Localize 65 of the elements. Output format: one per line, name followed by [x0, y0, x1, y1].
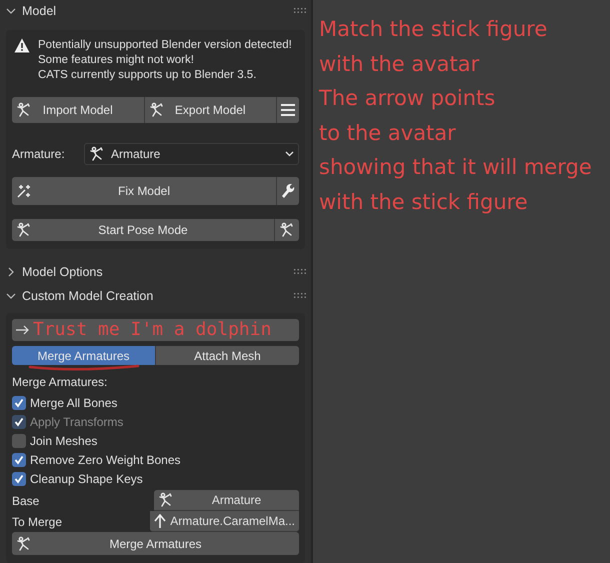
panel-header[interactable]: Custom Model Creation [4, 286, 307, 306]
annotation-text: showing that it will merge [319, 154, 593, 181]
stick-figure-icon [148, 102, 164, 118]
wrench-icon [281, 182, 295, 199]
armature-dropdown[interactable]: Armature [84, 142, 299, 165]
stick-figure-icon [16, 536, 32, 552]
base-field[interactable]: Armature [154, 490, 299, 512]
to-merge-label: To Merge [12, 514, 64, 529]
pose-figure-icon [279, 222, 295, 238]
tab[interactable]: Attach Mesh [156, 346, 299, 366]
checkbox[interactable] [12, 452, 26, 467]
pose-figure-icon [16, 222, 32, 238]
chevron-right-icon[interactable] [6, 266, 16, 276]
magic-wand-icon [16, 182, 32, 199]
checkbox-label: Remove Zero Weight Bones [30, 452, 181, 467]
menu-button[interactable] [277, 96, 299, 123]
checkbox-label: Merge All Bones [30, 396, 118, 410]
base-label: Base [12, 494, 40, 508]
warning-text: CATS currently supports up to Blender 3.5. [38, 68, 258, 83]
annotation-text: to the avatar [319, 120, 457, 146]
wrench-button[interactable] [277, 176, 299, 205]
annotation-text: Match the stick figure [319, 16, 548, 43]
warning-text: Potentially unsupported Blender version detected! [38, 38, 292, 53]
drag-handle-icon[interactable] [293, 8, 307, 14]
stick-figure-icon [89, 146, 105, 162]
drag-handle-icon[interactable] [293, 268, 307, 274]
checkbox-label: Apply Transforms [30, 414, 124, 429]
pose-mode-button[interactable] [275, 218, 299, 241]
checkbox[interactable] [12, 472, 26, 486]
armature-label: Armature: [12, 146, 66, 163]
tab[interactable]: Merge Armatures [12, 346, 156, 366]
arrow-right-icon [16, 325, 29, 336]
menu-icon [281, 104, 295, 116]
stick-figure-icon [158, 492, 174, 508]
to-merge-field[interactable]: Armature.CaramelMa... [150, 511, 299, 532]
export-model-button[interactable]: Export Model [144, 96, 277, 123]
arrow-up-icon [154, 514, 166, 528]
checkbox[interactable] [12, 396, 26, 410]
annotation-text: with the stick figure [319, 188, 529, 216]
checkbox-label: Join Meshes [30, 434, 98, 448]
merge-armatures-button[interactable]: Merge Armatures [12, 532, 299, 556]
panel-title: Model Options [22, 264, 104, 278]
checkbox-label: Cleanup Shape Keys [30, 472, 143, 486]
chevron-down-icon[interactable] [6, 6, 16, 16]
panel-header[interactable]: Model [4, 1, 307, 21]
checkbox[interactable] [12, 434, 26, 448]
panel-title: Custom Model Creation [22, 289, 154, 304]
fix-model-button[interactable]: Fix Model [12, 176, 277, 205]
warning-icon [14, 38, 30, 53]
panel-header[interactable]: Model Options [4, 262, 307, 282]
stick-figure-icon [16, 102, 32, 118]
annotation-text: with the avatar [319, 50, 480, 78]
annotation-text: Trust me I'm a dolphin [33, 320, 272, 340]
warning-text: Some features might not work! [38, 52, 195, 68]
check-icon [14, 398, 24, 408]
panel-title: Model [22, 4, 58, 18]
section-label: Merge Armatures: [12, 375, 108, 390]
check-icon [14, 474, 24, 484]
import-model-button[interactable]: Import Model [12, 96, 144, 123]
chevron-down-icon[interactable] [6, 291, 16, 302]
check-icon [14, 416, 24, 427]
annotation-text: The arrow points [319, 85, 496, 112]
check-icon [14, 454, 24, 465]
start-pose-mode-button[interactable]: Start Pose Mode [12, 218, 275, 241]
drag-handle-icon[interactable] [293, 293, 307, 300]
